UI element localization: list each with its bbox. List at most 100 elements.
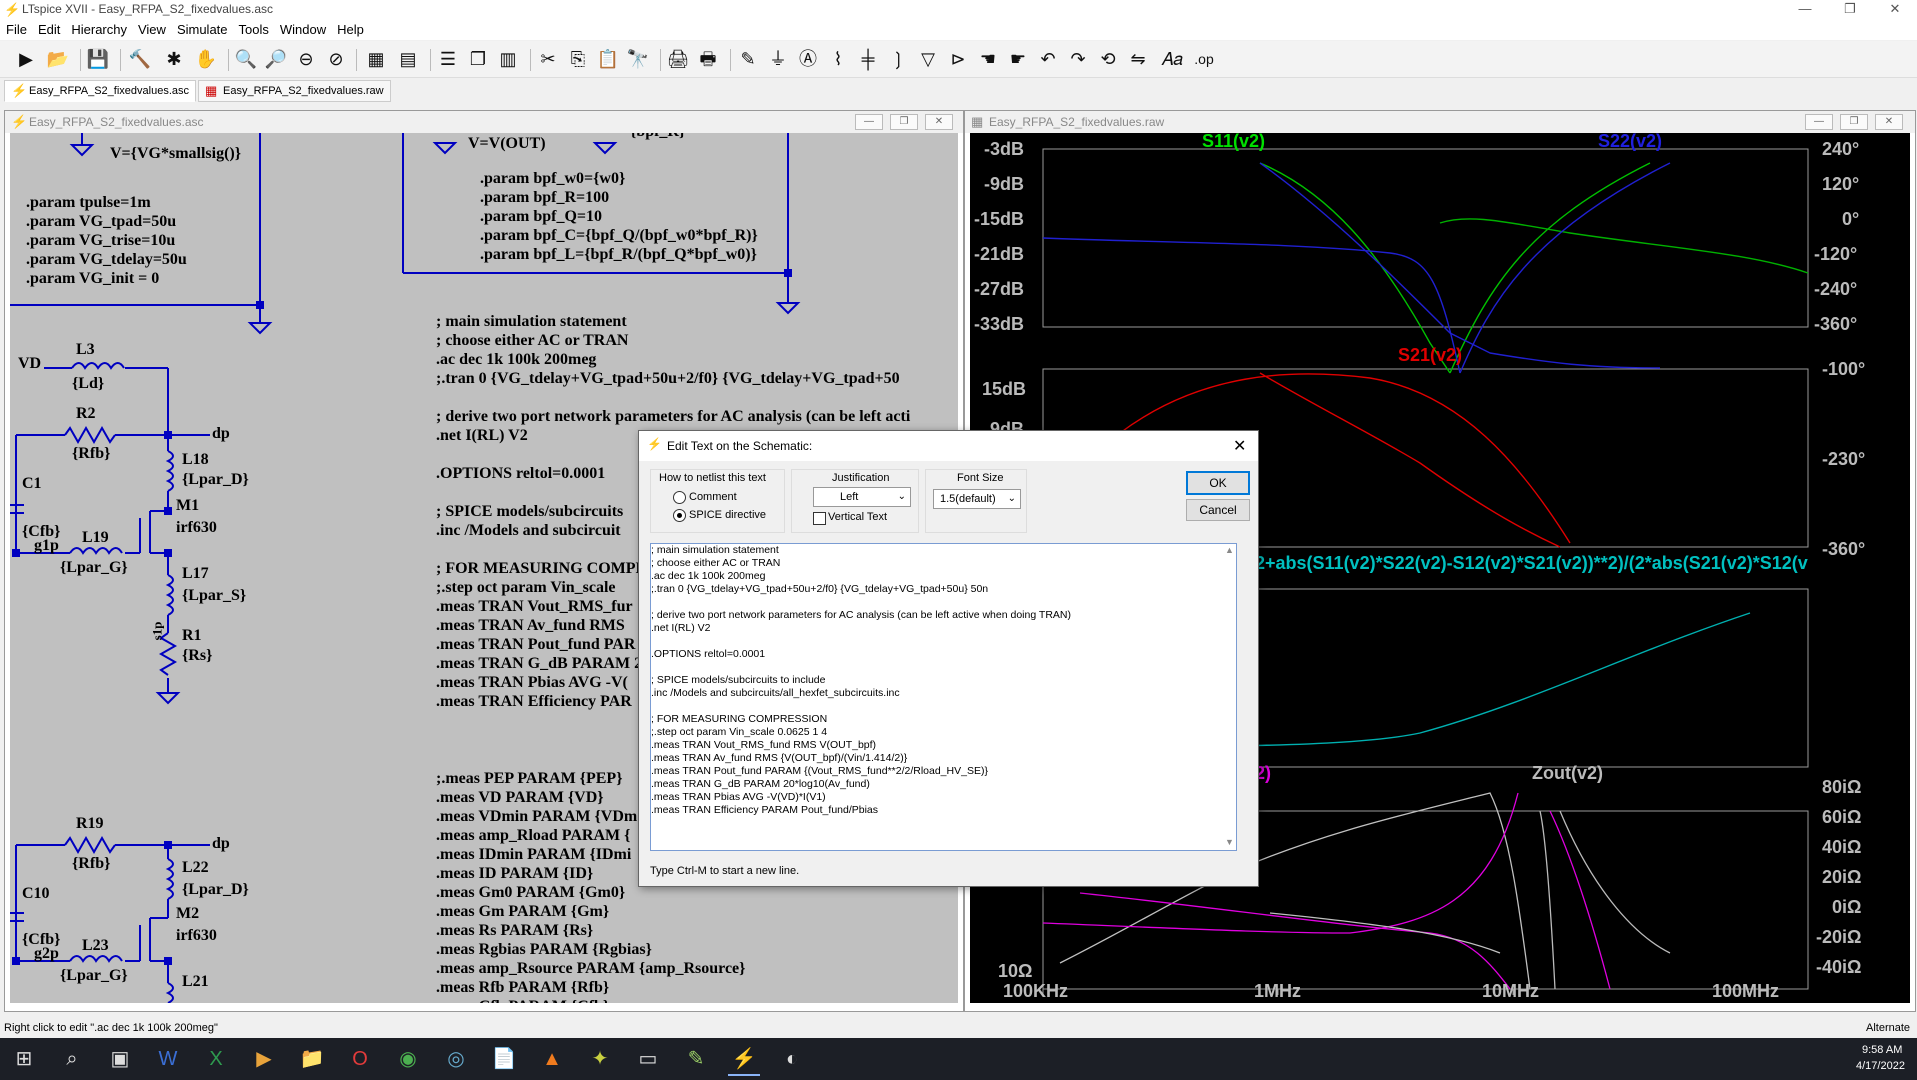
notepadpp-icon[interactable]: ✎	[680, 1044, 712, 1074]
menu-view[interactable]: View	[132, 20, 171, 37]
radio-comment[interactable]	[673, 491, 686, 504]
tab-schematic[interactable]: ⚡ Easy_RFPA_S2_fixedvalues.asc	[4, 80, 196, 102]
control-panel-icon[interactable]: 🔨	[128, 47, 152, 71]
pan-icon[interactable]: ✋	[194, 47, 218, 71]
trace-s11-label[interactable]: S11(v2)	[1202, 133, 1265, 152]
save-icon[interactable]: 💾	[86, 47, 110, 71]
opera-icon[interactable]: O	[344, 1044, 376, 1074]
autorange-icon[interactable]: ▦	[364, 47, 388, 71]
trace-stability-label[interactable]: 2+abs(S11(v2)*S22(v2)-S12(v2)*S21(v2))**…	[1255, 553, 1808, 574]
scroll-up-icon[interactable]: ▲	[1225, 545, 1234, 555]
trace-s22-label[interactable]: S22(v2)	[1598, 133, 1662, 152]
lpar-g-value-2: {Lpar_G}	[60, 967, 128, 984]
copy-icon[interactable]: ⎘	[566, 47, 590, 71]
matlab-icon[interactable]: ▲	[536, 1044, 568, 1074]
cascade-icon[interactable]: ❐	[466, 47, 490, 71]
zoom-cancel-icon[interactable]: ⊘	[324, 47, 348, 71]
print-icon[interactable]: 🖶	[696, 47, 720, 71]
close-button[interactable]: ✕	[1880, 1, 1910, 17]
menu-hierarchy[interactable]: Hierarchy	[65, 20, 132, 37]
zoom-out-icon[interactable]: ⊖	[294, 47, 318, 71]
font-size-select[interactable]: 1.5(default) ⌄	[933, 489, 1021, 509]
notepad-icon[interactable]: 📄	[488, 1044, 520, 1074]
schematic-restore-button[interactable]: ❐	[890, 114, 918, 130]
spice-directive-icon[interactable]: .op	[1192, 47, 1216, 71]
zoom-in-icon[interactable]: 🔍	[234, 47, 258, 71]
schematic-minimize-button[interactable]: —	[855, 114, 883, 130]
word-icon[interactable]: W	[152, 1044, 184, 1074]
directive-text-area[interactable]: ; main simulation statement ; choose eit…	[650, 543, 1237, 851]
maximize-button[interactable]: ❐	[1835, 1, 1865, 17]
menu-edit[interactable]: Edit	[32, 20, 65, 37]
windows-start-icon[interactable]: ⊞	[8, 1044, 40, 1074]
param-block-left[interactable]: .param tpulse=1m .param VG_tpad=50u .par…	[26, 193, 187, 288]
find-icon[interactable]: 🔭	[626, 47, 650, 71]
menu-tools[interactable]: Tools	[233, 20, 274, 37]
terminal-icon[interactable]: ▭	[632, 1044, 664, 1074]
drag-icon[interactable]: ☛	[1006, 47, 1030, 71]
cancel-button[interactable]: Cancel	[1186, 499, 1250, 521]
menu-file[interactable]: File	[0, 20, 32, 37]
trace-s21-label[interactable]: S21(v2)	[1398, 345, 1462, 366]
inductor-icon[interactable]: ❳	[886, 47, 910, 71]
g1p-net: g1p	[34, 537, 59, 554]
p2-rtick-2: -360°	[1822, 539, 1866, 559]
component-icon[interactable]: ⊳	[946, 47, 970, 71]
justification-select[interactable]: Left ⌄	[813, 487, 911, 507]
vg-source-value[interactable]: V={VG*smallsig()}	[110, 145, 241, 163]
minimize-button[interactable]: —	[1790, 1, 1820, 16]
vout-source-value[interactable]: V=V(OUT)	[468, 135, 546, 153]
diode-icon[interactable]: ▽	[916, 47, 940, 71]
zoom-full-icon[interactable]: 🔎	[264, 47, 288, 71]
waveform-restore-button[interactable]: ❐	[1840, 114, 1868, 130]
ltspice-taskbar-icon[interactable]: ⚡	[728, 1044, 760, 1076]
wire-icon[interactable]: ✎	[736, 47, 760, 71]
schematic-close-button[interactable]: ✕	[925, 114, 953, 130]
app-icon-7[interactable]: ✦	[584, 1044, 616, 1074]
menu-help[interactable]: Help	[331, 20, 369, 37]
app-icon: ⚡	[4, 2, 21, 17]
label-net-icon[interactable]: Ⓐ	[796, 47, 820, 71]
trace-zout-label[interactable]: Zout(v2)	[1532, 763, 1603, 784]
menu-window[interactable]: Window	[274, 20, 331, 37]
resistor-icon[interactable]: ⌇	[826, 47, 850, 71]
capacitor-icon[interactable]: ╪	[856, 47, 880, 71]
misc-app-icon[interactable]: ◐	[776, 1044, 808, 1074]
l17-label: L17	[182, 565, 209, 582]
tab-waveform[interactable]: ▦ Easy_RFPA_S2_fixedvalues.raw	[198, 80, 391, 102]
ld-value: {Ld}	[72, 375, 105, 392]
file-explorer-icon[interactable]: 📁	[296, 1044, 328, 1074]
ok-button[interactable]: OK	[1186, 471, 1250, 495]
waveform-icon[interactable]: ▤	[396, 47, 420, 71]
run-icon[interactable]: ▶	[14, 47, 38, 71]
move-icon[interactable]: ☚	[976, 47, 1000, 71]
rotate-icon[interactable]: ⟲	[1096, 47, 1120, 71]
open-folder-icon[interactable]: 📂	[46, 47, 70, 71]
halt-icon[interactable]: ✱	[162, 47, 186, 71]
dialog-close-icon[interactable]: ✕	[1233, 436, 1246, 456]
waveform-minimize-button[interactable]: —	[1805, 114, 1833, 130]
text-icon[interactable]: 𝐴𝑎	[1160, 47, 1184, 71]
param-block-bpf[interactable]: .param bpf_w0={w0} .param bpf_R=100 .par…	[480, 169, 758, 264]
waveform-close-button[interactable]: ✕	[1875, 114, 1903, 130]
menu-simulate[interactable]: Simulate	[171, 20, 233, 37]
ground-icon[interactable]: ⏚	[766, 47, 790, 71]
undo-icon[interactable]: ↶	[1036, 47, 1060, 71]
scroll-down-icon[interactable]: ▼	[1225, 837, 1234, 847]
tile-vertical-icon[interactable]: ▥	[496, 47, 520, 71]
print-setup-icon[interactable]: 🖨	[666, 47, 690, 71]
task-view-icon[interactable]: ▣	[104, 1044, 136, 1074]
chrome-icon[interactable]: ◉	[392, 1044, 424, 1074]
excel-icon[interactable]: X	[200, 1044, 232, 1074]
cut-icon[interactable]: ✂	[536, 47, 560, 71]
directive-line: .ac dec 1k 100k 200meg	[436, 351, 597, 368]
vertical-text-checkbox[interactable]	[813, 512, 826, 525]
radio-spice-directive[interactable]	[673, 509, 686, 522]
tile-horizontal-icon[interactable]: ☰	[436, 47, 460, 71]
media-player-icon[interactable]: ▶	[248, 1044, 280, 1074]
paste-icon[interactable]: 📋	[596, 47, 620, 71]
search-icon[interactable]: ⌕	[56, 1044, 88, 1074]
mirror-icon[interactable]: ⇋	[1126, 47, 1150, 71]
redo-icon[interactable]: ↷	[1066, 47, 1090, 71]
chrome-profile-icon[interactable]: ◎	[440, 1044, 472, 1074]
